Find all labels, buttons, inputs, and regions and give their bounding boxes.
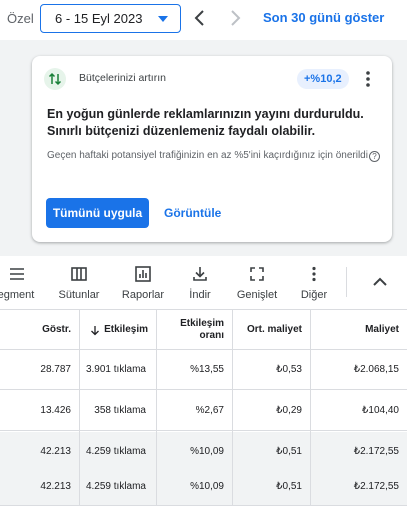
next-period-button[interactable]: [224, 7, 246, 29]
column-divider: [232, 310, 233, 506]
download-icon: [193, 267, 207, 281]
date-range-select[interactable]: 6 - 15 Eyl 2023: [40, 4, 181, 33]
date-range-type-label: Özel: [7, 11, 34, 26]
chevron-right-icon: [231, 10, 241, 26]
show-last-30-days-link[interactable]: Son 30 günü göster: [263, 10, 384, 25]
column-header-impressions[interactable]: Göstr.: [0, 310, 79, 350]
table-toolbar: egment Sütunlar Raporlar İndir Genişlet …: [0, 256, 407, 310]
recommendation-body: Geçen haftaki potansiyel trafiğinizin en…: [47, 148, 382, 163]
expand-button[interactable]: Genişlet: [232, 265, 282, 305]
more-button[interactable]: Diğer: [297, 265, 331, 305]
table-row[interactable]: 13.426 358 tıklama %2,67 ₺0,29 ₺104,40: [0, 391, 407, 431]
caret-down-icon: [158, 16, 168, 22]
column-header-interactions[interactable]: Etkileşim: [79, 310, 156, 350]
uplift-badge: +%10,2: [297, 69, 349, 89]
previous-period-button[interactable]: [189, 7, 211, 29]
table-header: Göstr. Etkileşim Etkileşim oranı Ort. ma…: [0, 310, 407, 350]
column-divider: [310, 310, 311, 506]
recommendation-reason: Geçen haftaki potansiyel trafiğinizin en…: [47, 150, 368, 161]
table-row[interactable]: 42.213 4.259 tıklama %10,09 ₺0,51 ₺2.172…: [0, 432, 407, 472]
help-icon[interactable]: ?: [368, 151, 380, 162]
more-vert-icon: [366, 71, 370, 87]
arrow-down-icon: [91, 325, 100, 335]
column-header-cost[interactable]: Maliyet: [310, 310, 407, 350]
columns-icon: [71, 267, 87, 281]
segment-icon: [10, 268, 24, 280]
date-bar: Özel 6 - 15 Eyl 2023 Son 30 günü göster: [0, 0, 407, 40]
columns-button[interactable]: Sütunlar: [55, 265, 103, 305]
page: Özel 6 - 15 Eyl 2023 Son 30 günü göster …: [0, 0, 407, 507]
chevron-up-icon: [373, 277, 387, 286]
reports-button[interactable]: Raporlar: [118, 265, 168, 305]
download-button[interactable]: İndir: [183, 265, 217, 305]
more-vert-icon: [312, 266, 316, 282]
view-button[interactable]: Görüntüle: [164, 198, 221, 228]
toolbar-divider: [346, 267, 347, 297]
card-more-button[interactable]: [359, 69, 377, 89]
reports-icon: [135, 266, 151, 282]
collapse-button[interactable]: [369, 272, 391, 292]
column-header-avg-cost[interactable]: Ort. maliyet: [232, 310, 310, 350]
date-range-value: 6 - 15 Eyl 2023: [55, 11, 143, 26]
recommendation-headline: En yoğun günlerde reklamlarınızın yayını…: [47, 107, 364, 138]
column-divider: [156, 310, 157, 506]
recommendation-card: Bütçelerinizi artırın +%10,2 En yoğun gü…: [32, 56, 392, 242]
sort-arrows-icon: [44, 68, 66, 90]
table-row[interactable]: 42.213 4.259 tıklama %10,09 ₺0,51 ₺2.172…: [0, 468, 407, 506]
recommendation-title: Bütçelerinizi artırın: [79, 72, 166, 84]
column-header-interaction-rate[interactable]: Etkileşim oranı: [156, 310, 232, 350]
apply-all-button[interactable]: Tümünü uygula: [46, 198, 149, 228]
table-row[interactable]: 28.787 3.901 tıklama %13,55 ₺0,53 ₺2.068…: [0, 350, 407, 390]
segment-button[interactable]: egment: [0, 265, 38, 305]
expand-icon: [250, 267, 264, 281]
chevron-left-icon: [194, 10, 204, 26]
column-divider: [79, 310, 80, 506]
